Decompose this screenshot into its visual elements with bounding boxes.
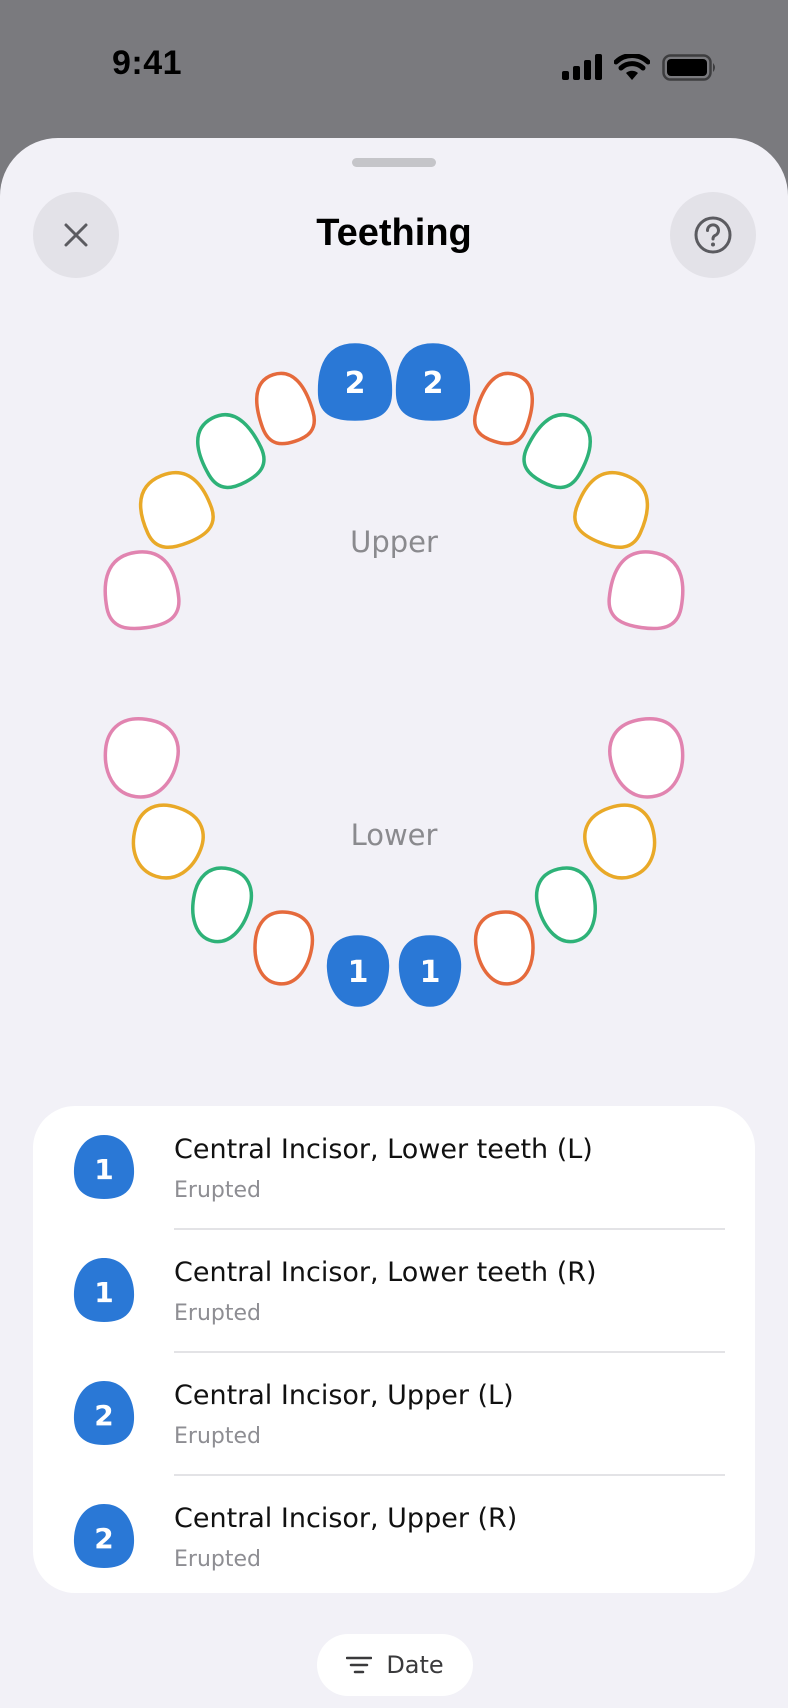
- tooth-shape: [583, 803, 657, 880]
- tooth-lower-left-canine[interactable]: [530, 862, 603, 948]
- tooth-shape: [573, 470, 650, 549]
- tooth-lower-left-second-molar[interactable]: [606, 714, 689, 801]
- teeth-diagram: Upper Lower 2 2 1 1: [100, 343, 689, 1007]
- tooth-shape: [607, 550, 685, 631]
- tooth-upper-right-second-molar[interactable]: [100, 547, 183, 632]
- tooth-name: Central Incisor, Upper (R): [174, 1503, 518, 1534]
- battery-icon: [662, 53, 715, 81]
- wifi-icon: [614, 53, 650, 80]
- tooth-lower-right-second-molar[interactable]: [100, 714, 183, 801]
- tooth-number: 1: [348, 955, 369, 990]
- tooth-shape: [138, 470, 215, 549]
- tooth-shape: [608, 717, 685, 799]
- tooth-shape: [103, 550, 181, 631]
- tooth-lower-right-canine[interactable]: [184, 862, 257, 948]
- status-time: 9:41: [112, 44, 183, 82]
- sort-icon: [346, 1656, 373, 1674]
- tooth-shape: [473, 910, 535, 986]
- tooth-shape: [534, 866, 597, 944]
- tooth-upper-left-first-molar[interactable]: [568, 463, 659, 556]
- sort-label: Date: [386, 1651, 444, 1679]
- list-item[interactable]: 2 Central Incisor, Upper (R) Erupted: [33, 1475, 755, 1593]
- tooth-lower-left-lateral-incisor[interactable]: [472, 908, 538, 987]
- tooth-shape: [255, 371, 316, 446]
- tooth-status: Erupted: [174, 1178, 261, 1203]
- tooth-status: Erupted: [174, 1424, 261, 1449]
- tooth-upper-left-central-incisor[interactable]: 2: [395, 343, 471, 421]
- tooth-name: Central Incisor, Upper (L): [174, 1380, 514, 1411]
- status-bar: 9:41: [0, 0, 788, 138]
- teething-sheet: Teething Upper Lower 2211 1 Central Inci…: [0, 138, 788, 1708]
- erupted-teeth-list: 1 Central Incisor, Lower teeth (L) Erupt…: [33, 1106, 755, 1593]
- tooth-upper-right-lateral-incisor[interactable]: [248, 367, 320, 450]
- list-item[interactable]: 1 Central Incisor, Lower teeth (R) Erupt…: [33, 1229, 755, 1352]
- tooth-lower-right-first-molar[interactable]: [123, 797, 211, 887]
- tooth-upper-right-first-molar[interactable]: [130, 463, 221, 556]
- tooth-shape: [131, 803, 205, 880]
- tooth-name: Central Incisor, Lower teeth (L): [174, 1134, 593, 1165]
- tooth-badge-icon: 1: [73, 1135, 135, 1199]
- tooth-badge-number: 1: [94, 1276, 113, 1309]
- tooth-badge-number: 2: [94, 1522, 113, 1555]
- tooth-shape: [473, 371, 534, 446]
- list-item[interactable]: 2 Central Incisor, Upper (L) Erupted: [33, 1352, 755, 1475]
- tooth-shape: [191, 866, 254, 944]
- tooth-lower-right-lateral-incisor[interactable]: [250, 908, 316, 987]
- tooth-badge-number: 2: [94, 1399, 113, 1432]
- tooth-badge-icon: 2: [73, 1381, 135, 1445]
- tooth-lower-right-central-incisor[interactable]: 1: [326, 935, 390, 1007]
- tooth-shape: [103, 717, 180, 799]
- status-icons: [562, 50, 718, 84]
- tooth-upper-left-lateral-incisor[interactable]: [469, 367, 541, 450]
- list-item[interactable]: 1 Central Incisor, Lower teeth (L) Erupt…: [33, 1106, 755, 1229]
- tooth-badge-icon: 1: [73, 1258, 135, 1322]
- tooth-number: 1: [420, 955, 441, 990]
- tooth-number: 2: [345, 366, 366, 401]
- tooth-shape: [253, 910, 315, 986]
- tooth-upper-left-second-molar[interactable]: [606, 547, 689, 632]
- tooth-number: 2: [423, 366, 444, 401]
- tooth-name: Central Incisor, Lower teeth (R): [174, 1257, 597, 1288]
- tooth-lower-left-first-molar[interactable]: [577, 797, 665, 887]
- sort-by-date-button[interactable]: Date: [317, 1634, 473, 1696]
- cellular-signal-icon: [562, 54, 602, 80]
- tooth-upper-right-central-incisor[interactable]: 2: [317, 343, 393, 421]
- tooth-lower-left-central-incisor[interactable]: 1: [398, 935, 462, 1007]
- tooth-badge-number: 1: [94, 1153, 113, 1186]
- lower-jaw-label: Lower: [351, 818, 438, 852]
- tooth-status: Erupted: [174, 1547, 261, 1572]
- tooth-badge-icon: 2: [73, 1504, 135, 1568]
- upper-jaw-label: Upper: [350, 525, 438, 559]
- tooth-status: Erupted: [174, 1301, 261, 1326]
